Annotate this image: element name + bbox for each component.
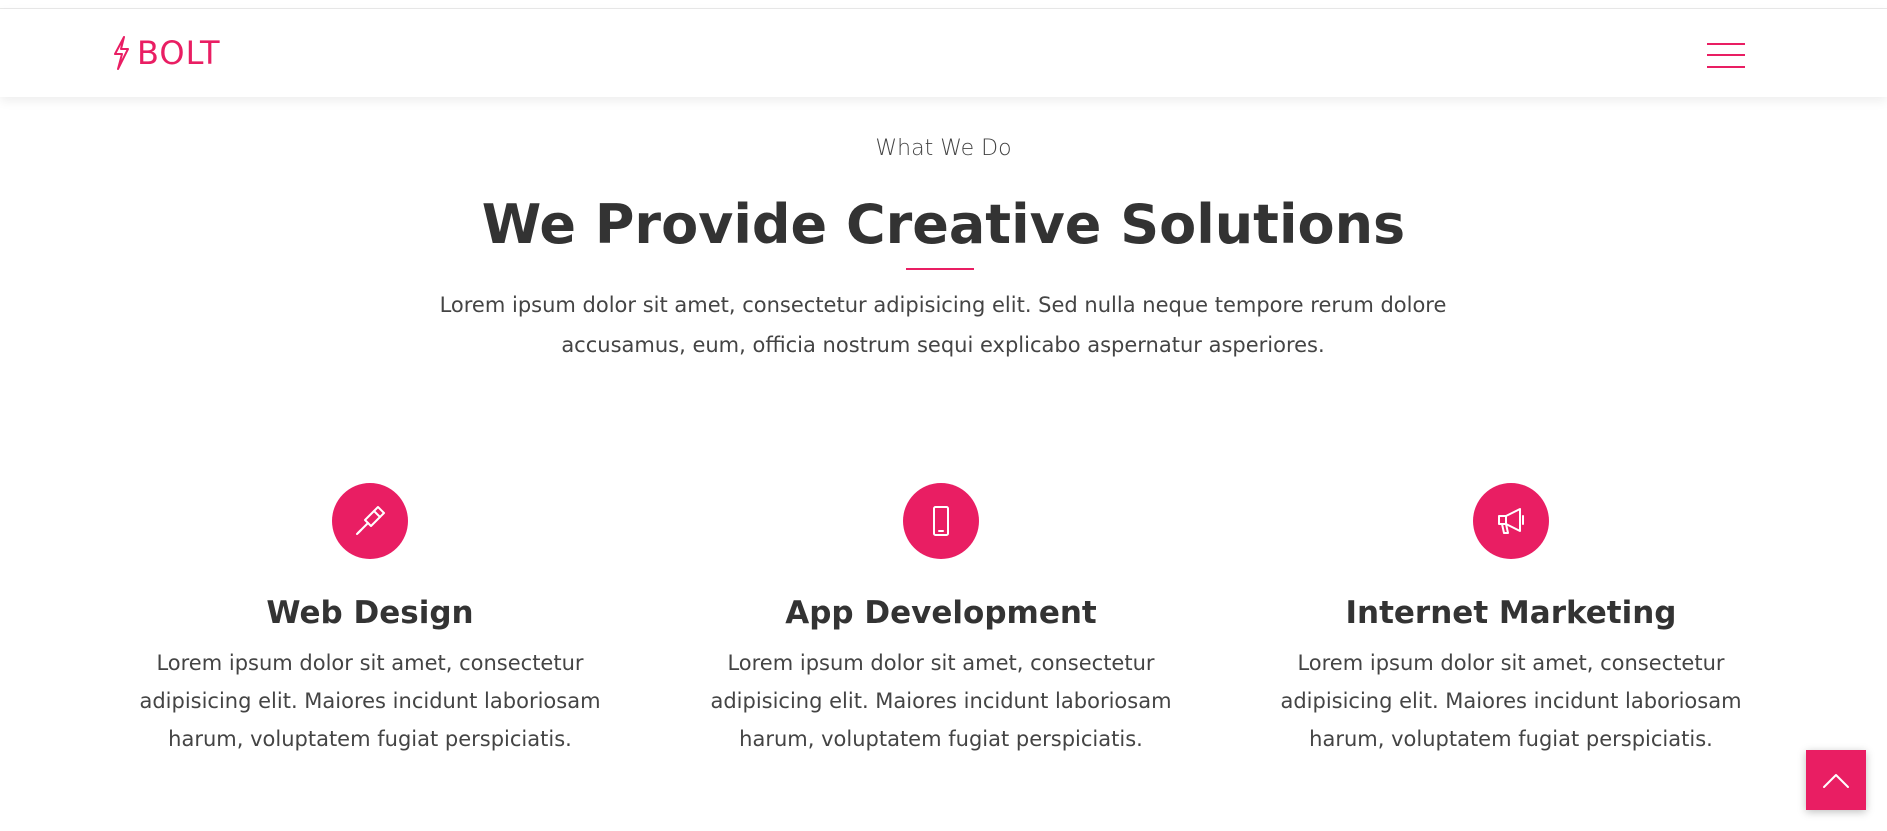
lightning-bolt-icon	[114, 36, 129, 70]
scroll-to-top-button[interactable]	[1806, 750, 1866, 810]
section-title: We Provide Creative Solutions	[481, 193, 1406, 256]
menu-bar-bottom	[1707, 66, 1745, 68]
service-title: Web Design	[266, 595, 474, 631]
service-title: Internet Marketing	[1345, 595, 1677, 631]
mobile-phone-icon	[903, 483, 979, 559]
brand-name: BOLT	[137, 34, 221, 72]
brand-logo-link[interactable]: BOLT	[111, 33, 221, 73]
navbar: BOLT	[0, 9, 1887, 97]
megaphone-icon	[1473, 483, 1549, 559]
chevron-up-icon	[1823, 774, 1849, 788]
service-description: Lorem ipsum dolor sit amet, consectetur …	[139, 651, 601, 751]
menu-bar-middle	[1707, 54, 1745, 56]
paint-brush-icon	[332, 483, 408, 559]
title-divider	[906, 268, 974, 270]
service-card-app-development: App Development Lorem ipsum dolor sit am…	[681, 483, 1201, 758]
section-eyebrow: What We Do	[875, 136, 1012, 161]
menu-bar-top	[1707, 43, 1745, 45]
section-intro: Lorem ipsum dolor sit amet, consectetur …	[439, 293, 1447, 357]
service-card-web-design: Web Design Lorem ipsum dolor sit amet, c…	[110, 483, 630, 758]
service-description: Lorem ipsum dolor sit amet, consectetur …	[1280, 651, 1742, 751]
service-card-internet-marketing: Internet Marketing Lorem ipsum dolor sit…	[1251, 483, 1771, 758]
hamburger-menu-icon[interactable]	[1707, 39, 1745, 73]
service-title: App Development	[785, 595, 1097, 631]
service-description: Lorem ipsum dolor sit amet, consectetur …	[710, 651, 1172, 751]
